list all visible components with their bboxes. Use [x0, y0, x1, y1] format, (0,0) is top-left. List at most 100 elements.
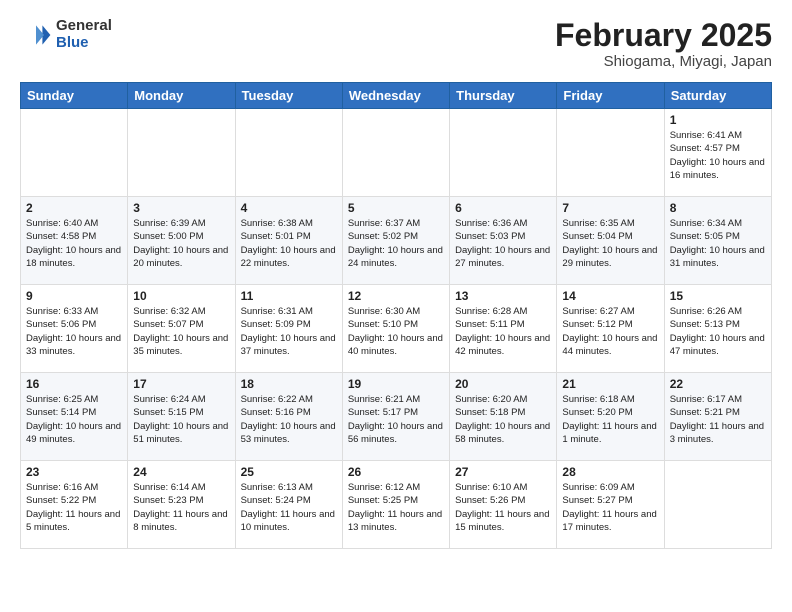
day-number: 20 — [455, 377, 551, 391]
day-info: Sunrise: 6:37 AM Sunset: 5:02 PM Dayligh… — [348, 217, 444, 270]
calendar-cell: 16Sunrise: 6:25 AM Sunset: 5:14 PM Dayli… — [21, 373, 128, 461]
calendar-cell: 20 Sunrise: 6:20 AM Sunset: 5:18 PM Dayli… — [450, 373, 557, 461]
logo-general: General — [56, 18, 112, 35]
weekday-wednesday: Wednesday — [342, 83, 449, 109]
calendar-cell: 22 Sunrise: 6:17 AM Sunset: 5:21 PM Dayli… — [664, 373, 771, 461]
title-block: February 2025 Shiogama, Miyagi, Japan — [555, 18, 772, 70]
day-number: 21 — [562, 377, 658, 391]
day-number: 5 — [348, 201, 444, 215]
weekday-thursday: Thursday — [450, 83, 557, 109]
day-info: Sunrise: 6:27 AM Sunset: 5:12 PM Dayligh… — [562, 305, 658, 358]
day-number: 2 — [26, 201, 122, 215]
day-info: Sunrise: 6:38 AM Sunset: 5:01 PM Dayligh… — [241, 217, 337, 270]
day-info: Sunrise: 6:16 AM Sunset: 5:22 PM Dayligh… — [26, 481, 122, 534]
logo: General Blue — [20, 18, 112, 51]
day-number: 9 — [26, 289, 122, 303]
logo-text: General Blue — [56, 18, 112, 51]
calendar: SundayMondayTuesdayWednesdayThursdayFrid… — [20, 82, 772, 549]
calendar-cell: 21 Sunrise: 6:18 AM Sunset: 5:20 PM Dayli… — [557, 373, 664, 461]
calendar-cell: 4 Sunrise: 6:38 AM Sunset: 5:01 PM Daylig… — [235, 197, 342, 285]
calendar-cell: 5 Sunrise: 6:37 AM Sunset: 5:02 PM Daylig… — [342, 197, 449, 285]
day-number: 28 — [562, 465, 658, 479]
calendar-cell: 26Sunrise: 6:12 AM Sunset: 5:25 PM Dayli… — [342, 461, 449, 549]
day-number: 6 — [455, 201, 551, 215]
calendar-cell: 10 Sunrise: 6:32 AM Sunset: 5:07 PM Dayli… — [128, 285, 235, 373]
day-info: Sunrise: 6:21 AM Sunset: 5:17 PM Dayligh… — [348, 393, 444, 446]
calendar-cell: 7Sunrise: 6:35 AM Sunset: 5:04 PM Daylig… — [557, 197, 664, 285]
day-info: Sunrise: 6:35 AM Sunset: 5:04 PM Dayligh… — [562, 217, 658, 270]
day-info: Sunrise: 6:28 AM Sunset: 5:11 PM Dayligh… — [455, 305, 551, 358]
day-info: Sunrise: 6:39 AM Sunset: 5:00 PM Dayligh… — [133, 217, 229, 270]
day-info: Sunrise: 6:22 AM Sunset: 5:16 PM Dayligh… — [241, 393, 337, 446]
day-number: 23 — [26, 465, 122, 479]
day-number: 13 — [455, 289, 551, 303]
month-title: February 2025 — [555, 18, 772, 53]
day-number: 17 — [133, 377, 229, 391]
calendar-cell — [450, 109, 557, 197]
calendar-cell — [235, 109, 342, 197]
day-info: Sunrise: 6:17 AM Sunset: 5:21 PM Dayligh… — [670, 393, 766, 446]
day-number: 15 — [670, 289, 766, 303]
day-info: Sunrise: 6:25 AM Sunset: 5:14 PM Dayligh… — [26, 393, 122, 446]
logo-icon — [20, 19, 52, 51]
day-info: Sunrise: 6:24 AM Sunset: 5:15 PM Dayligh… — [133, 393, 229, 446]
day-info: Sunrise: 6:34 AM Sunset: 5:05 PM Dayligh… — [670, 217, 766, 270]
day-info: Sunrise: 6:20 AM Sunset: 5:18 PM Dayligh… — [455, 393, 551, 446]
location: Shiogama, Miyagi, Japan — [555, 53, 772, 70]
day-number: 22 — [670, 377, 766, 391]
weekday-sunday: Sunday — [21, 83, 128, 109]
day-number: 25 — [241, 465, 337, 479]
day-number: 11 — [241, 289, 337, 303]
calendar-cell: 1 Sunrise: 6:41 AM Sunset: 4:57 PM Daylig… — [664, 109, 771, 197]
weekday-monday: Monday — [128, 83, 235, 109]
day-info: Sunrise: 6:10 AM Sunset: 5:26 PM Dayligh… — [455, 481, 551, 534]
day-info: Sunrise: 6:41 AM Sunset: 4:57 PM Dayligh… — [670, 129, 766, 182]
day-number: 8 — [670, 201, 766, 215]
weekday-saturday: Saturday — [664, 83, 771, 109]
calendar-cell: 25 Sunrise: 6:13 AM Sunset: 5:24 PM Dayli… — [235, 461, 342, 549]
weekday-header-row: SundayMondayTuesdayWednesdayThursdayFrid… — [21, 83, 772, 109]
calendar-cell: 13 Sunrise: 6:28 AM Sunset: 5:11 PM Dayli… — [450, 285, 557, 373]
calendar-cell: 24 Sunrise: 6:14 AM Sunset: 5:23 PM Dayli… — [128, 461, 235, 549]
day-number: 1 — [670, 113, 766, 127]
calendar-week-2: 9 Sunrise: 6:33 AM Sunset: 5:06 PM Daylig… — [21, 285, 772, 373]
day-number: 14 — [562, 289, 658, 303]
calendar-cell: 15 Sunrise: 6:26 AM Sunset: 5:13 PM Dayli… — [664, 285, 771, 373]
day-number: 10 — [133, 289, 229, 303]
day-number: 3 — [133, 201, 229, 215]
day-info: Sunrise: 6:14 AM Sunset: 5:23 PM Dayligh… — [133, 481, 229, 534]
calendar-cell: 18 Sunrise: 6:22 AM Sunset: 5:16 PM Dayli… — [235, 373, 342, 461]
calendar-cell: 17 Sunrise: 6:24 AM Sunset: 5:15 PM Dayli… — [128, 373, 235, 461]
calendar-cell: 27 Sunrise: 6:10 AM Sunset: 5:26 PM Dayli… — [450, 461, 557, 549]
day-number: 24 — [133, 465, 229, 479]
day-info: Sunrise: 6:13 AM Sunset: 5:24 PM Dayligh… — [241, 481, 337, 534]
calendar-week-4: 23 Sunrise: 6:16 AM Sunset: 5:22 PM Dayli… — [21, 461, 772, 549]
day-info: Sunrise: 6:36 AM Sunset: 5:03 PM Dayligh… — [455, 217, 551, 270]
day-info: Sunrise: 6:18 AM Sunset: 5:20 PM Dayligh… — [562, 393, 658, 446]
day-info: Sunrise: 6:32 AM Sunset: 5:07 PM Dayligh… — [133, 305, 229, 358]
calendar-week-1: 2Sunrise: 6:40 AM Sunset: 4:58 PM Daylig… — [21, 197, 772, 285]
calendar-cell: 23 Sunrise: 6:16 AM Sunset: 5:22 PM Dayli… — [21, 461, 128, 549]
day-info: Sunrise: 6:09 AM Sunset: 5:27 PM Dayligh… — [562, 481, 658, 534]
calendar-cell: 3 Sunrise: 6:39 AM Sunset: 5:00 PM Daylig… — [128, 197, 235, 285]
day-number: 27 — [455, 465, 551, 479]
day-info: Sunrise: 6:33 AM Sunset: 5:06 PM Dayligh… — [26, 305, 122, 358]
calendar-week-3: 16Sunrise: 6:25 AM Sunset: 5:14 PM Dayli… — [21, 373, 772, 461]
day-info: Sunrise: 6:30 AM Sunset: 5:10 PM Dayligh… — [348, 305, 444, 358]
day-number: 18 — [241, 377, 337, 391]
logo-blue: Blue — [56, 35, 112, 52]
calendar-cell: 19 Sunrise: 6:21 AM Sunset: 5:17 PM Dayli… — [342, 373, 449, 461]
calendar-cell — [342, 109, 449, 197]
day-info: Sunrise: 6:26 AM Sunset: 5:13 PM Dayligh… — [670, 305, 766, 358]
page: General Blue February 2025 Shiogama, Miy… — [0, 0, 792, 559]
day-info: Sunrise: 6:31 AM Sunset: 5:09 PM Dayligh… — [241, 305, 337, 358]
day-number: 19 — [348, 377, 444, 391]
calendar-cell: 9 Sunrise: 6:33 AM Sunset: 5:06 PM Daylig… — [21, 285, 128, 373]
calendar-week-0: 1 Sunrise: 6:41 AM Sunset: 4:57 PM Daylig… — [21, 109, 772, 197]
calendar-cell: 11 Sunrise: 6:31 AM Sunset: 5:09 PM Dayli… — [235, 285, 342, 373]
day-number: 4 — [241, 201, 337, 215]
header: General Blue February 2025 Shiogama, Miy… — [20, 18, 772, 70]
day-info: Sunrise: 6:12 AM Sunset: 5:25 PM Dayligh… — [348, 481, 444, 534]
weekday-tuesday: Tuesday — [235, 83, 342, 109]
weekday-friday: Friday — [557, 83, 664, 109]
